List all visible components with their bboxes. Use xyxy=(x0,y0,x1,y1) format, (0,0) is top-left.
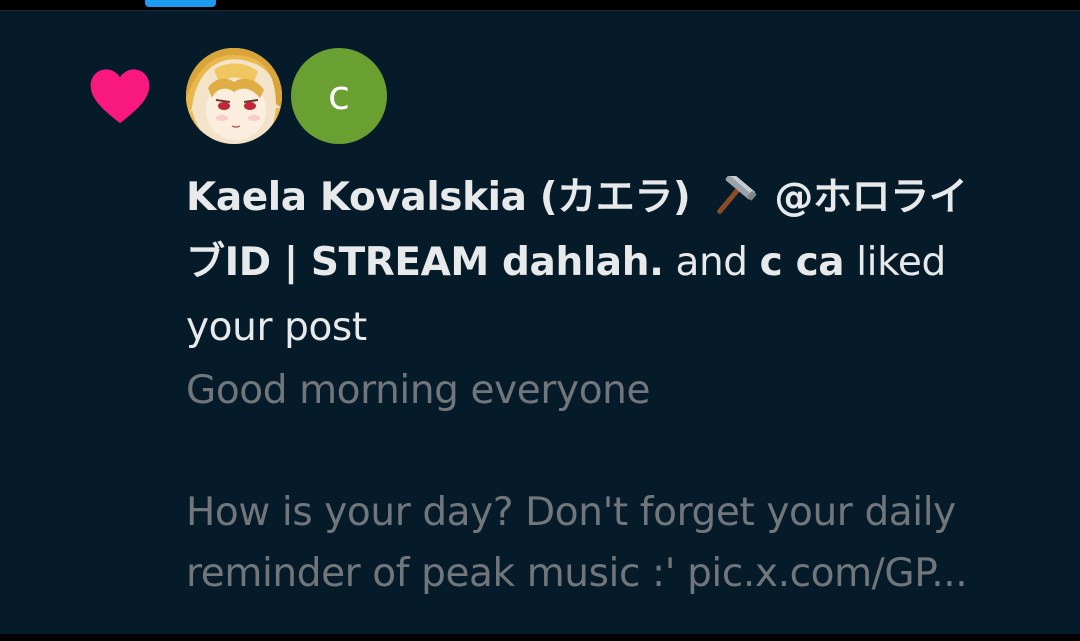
user1-handle-line2[interactable]: ブID | STREAM dahlah. xyxy=(186,240,664,285)
connector-text: and xyxy=(675,240,748,285)
top-nav-bar xyxy=(0,0,1080,10)
action-text: liked xyxy=(856,240,946,285)
user1-name[interactable]: Kaela Kovalskia (カエラ) xyxy=(186,175,691,220)
avatar-c[interactable]: c xyxy=(291,48,387,144)
object-text: your post xyxy=(186,305,367,350)
avatar-kaela[interactable] xyxy=(186,48,282,144)
post-preview-line: reminder of peak music :' pic.x.com/GP..… xyxy=(186,551,968,596)
post-preview-gap xyxy=(186,421,1026,482)
heart-icon xyxy=(90,69,150,124)
bottom-edge xyxy=(0,634,1080,641)
notification-content: Kaela Kovalskia (カエラ) @ホロライ ブID | STREAM… xyxy=(186,165,1026,604)
user1-handle-line1[interactable]: @ホロライ xyxy=(774,175,967,220)
avatar-kaela-image xyxy=(186,48,282,144)
hammer-icon xyxy=(717,176,758,214)
like-notification[interactable]: c Kaela Kovalskia (カエラ) @ホロライ ブID | STRE… xyxy=(0,10,1080,634)
post-preview[interactable]: Good morning everyone How is your day? D… xyxy=(186,360,1026,604)
user2-name[interactable]: c ca xyxy=(760,240,845,285)
notification-headline: Kaela Kovalskia (カエラ) @ホロライ ブID | STREAM… xyxy=(186,165,1026,360)
post-preview-line: Good morning everyone xyxy=(186,368,651,413)
avatar-c-letter: c xyxy=(328,73,350,119)
active-tab-indicator xyxy=(145,0,216,7)
post-preview-line: How is your day? Don't forget your daily xyxy=(186,490,956,535)
